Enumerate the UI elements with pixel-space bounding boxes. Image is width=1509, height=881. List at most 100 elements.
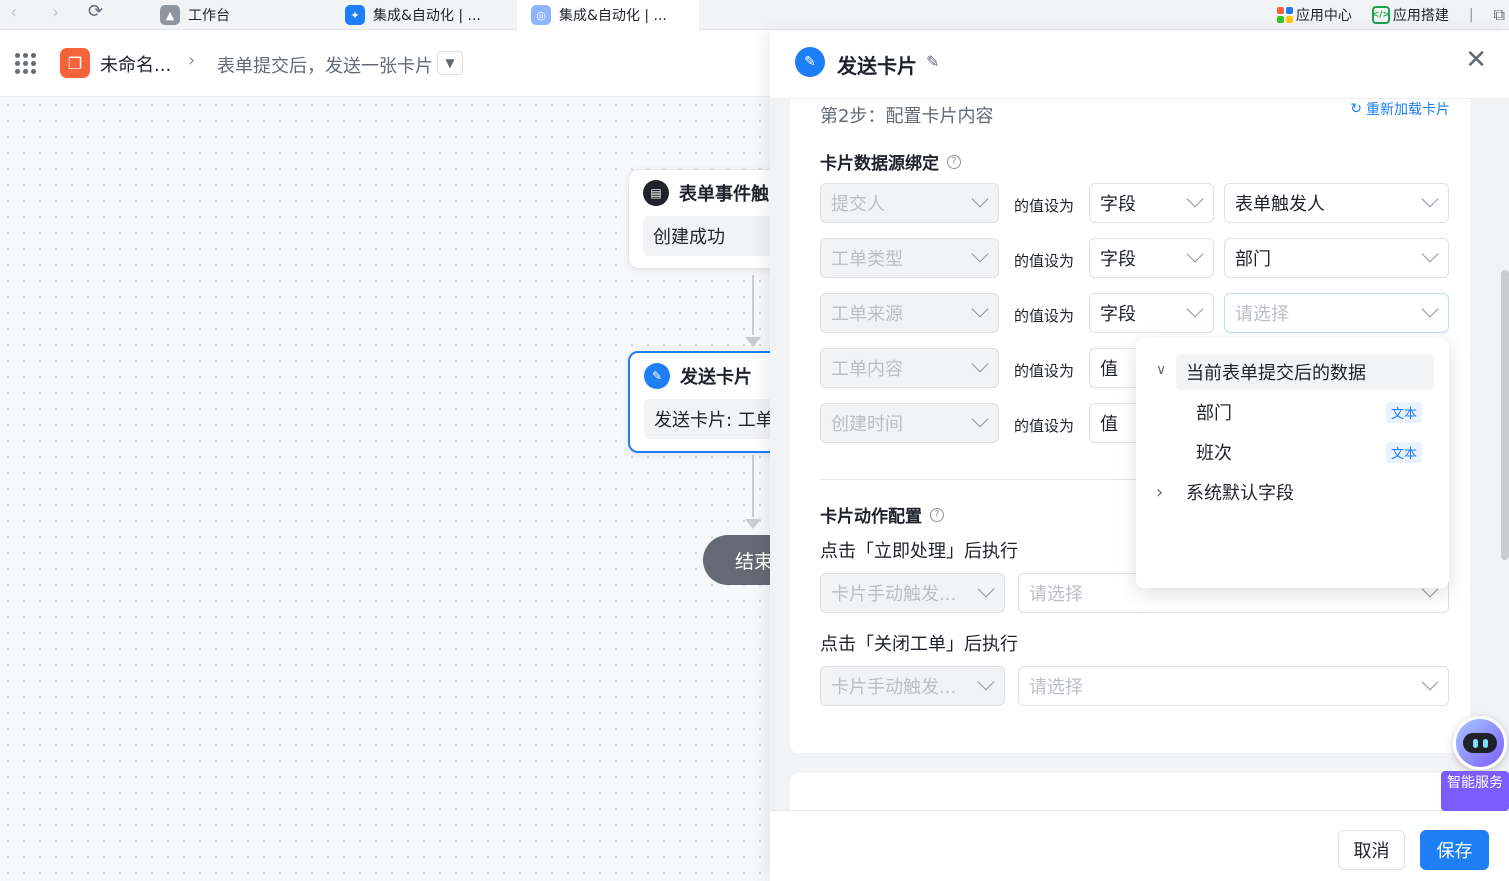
option-label: 班次 bbox=[1196, 443, 1232, 464]
chevron-down-icon[interactable]: ∨ bbox=[1156, 362, 1166, 378]
browser-tab-strip: ‹ › ⟳ ▲ 工作台 ✦ 集成&自动化 | ... ◎ 集成&自动化 | ..… bbox=[0, 0, 1509, 30]
type-select[interactable]: 字段 bbox=[1089, 293, 1214, 333]
mapping-label: 的值设为 bbox=[1014, 307, 1075, 325]
group-current-form-data[interactable]: 当前表单提交后的数据 bbox=[1176, 354, 1434, 390]
workbench-icon: ▲ bbox=[160, 5, 180, 25]
value-dropdown-popup: ∨ 当前表单提交后的数据 部门 文本 班次 文本 › 系统默认字段 bbox=[1136, 338, 1449, 588]
app-builder-label: 应用搭建 bbox=[1392, 8, 1449, 24]
app-builder-link[interactable]: </> 应用搭建 bbox=[1372, 5, 1449, 25]
tab-integration-1[interactable]: ✦ 集成&自动化 | ... bbox=[337, 0, 507, 30]
edit-pencil-icon[interactable]: ✎ bbox=[926, 52, 939, 71]
tab-workbench[interactable]: ▲ 工作台 bbox=[152, 0, 322, 30]
connector-line bbox=[752, 455, 754, 517]
connector-line bbox=[752, 275, 754, 335]
action-label: 点击「立即处理」后执行 bbox=[820, 541, 1018, 562]
chevron-down-icon bbox=[1421, 673, 1439, 691]
datasource-section-title: 卡片数据源绑定 ? bbox=[820, 149, 961, 174]
feishu-icon: ✦ bbox=[345, 5, 365, 25]
refresh-icon[interactable]: ⟳ bbox=[88, 1, 110, 23]
section-title: 卡片动作配置 bbox=[820, 507, 922, 527]
node-title: 发送卡片 bbox=[680, 367, 752, 388]
type-tag: 文本 bbox=[1385, 442, 1422, 463]
tab-label: 集成&自动化 | ... bbox=[373, 8, 481, 24]
browser-toolbar: 应用中心 </> 应用搭建 | ⧉ bbox=[1276, 0, 1509, 30]
action-label: 点击「关闭工单」后执行 bbox=[820, 634, 1018, 655]
app-center-label: 应用中心 bbox=[1295, 8, 1352, 24]
chevron-down-icon bbox=[977, 580, 995, 598]
flow-canvas[interactable]: ▤ 表单事件触 创建成功 ✎ 发送卡片 发送卡片: 工单 结束 bbox=[0, 97, 790, 881]
action-section-title: 卡片动作配置 ? bbox=[820, 502, 944, 527]
help-icon[interactable]: ? bbox=[947, 154, 961, 169]
option-label: 部门 bbox=[1196, 403, 1232, 424]
chevron-down-icon bbox=[1186, 190, 1204, 208]
group-system-fields[interactable]: 系统默认字段 bbox=[1176, 474, 1434, 510]
save-button[interactable]: 保存 bbox=[1420, 830, 1489, 870]
chevron-down-icon bbox=[971, 190, 989, 208]
section-title: 卡片数据源绑定 bbox=[820, 154, 939, 174]
back-arrow-icon[interactable]: ‹ bbox=[10, 2, 17, 23]
node-body: 创建成功 bbox=[643, 216, 790, 256]
chevron-right-icon[interactable]: › bbox=[1156, 482, 1163, 503]
chevron-down-icon bbox=[971, 245, 989, 263]
mapping-label: 的值设为 bbox=[1014, 197, 1075, 215]
send-card-icon: ✎ bbox=[795, 47, 825, 77]
breadcrumb-flow-name[interactable]: 表单提交后，发送一张卡片 bbox=[217, 52, 433, 78]
app-header: ❐ 未命名... › 表单提交后，发送一张卡片 ▼ bbox=[0, 31, 790, 97]
reload-label: 重新加载卡片 bbox=[1366, 102, 1450, 118]
chevron-down-icon bbox=[1186, 245, 1204, 263]
type-select[interactable]: 字段 bbox=[1089, 183, 1214, 223]
drawer-header: ✎ 发送卡片 ✎ ✕ bbox=[770, 31, 1509, 99]
action-trigger-select: 卡片手动触发... bbox=[820, 573, 1005, 613]
type-select[interactable]: 字段 bbox=[1089, 238, 1214, 278]
chevron-down-icon bbox=[1421, 300, 1439, 318]
field-select: 提交人 bbox=[820, 183, 999, 223]
chevron-right-icon: › bbox=[188, 50, 196, 71]
reload-card-button[interactable]: ↻ 重新加载卡片 bbox=[1350, 99, 1450, 119]
action-target-select[interactable]: 请选择 bbox=[1018, 666, 1449, 706]
code-icon: </> bbox=[1372, 6, 1390, 24]
drawer-footer: 取消 保存 bbox=[770, 810, 1509, 881]
chevron-down-icon bbox=[971, 355, 989, 373]
send-card-icon: ✎ bbox=[644, 363, 670, 389]
tab-label: 集成&自动化 | ... bbox=[559, 8, 667, 24]
type-tag: 文本 bbox=[1385, 402, 1422, 423]
mapping-label: 的值设为 bbox=[1014, 252, 1075, 270]
next-config-card bbox=[790, 773, 1470, 813]
option-department[interactable]: 部门 文本 bbox=[1176, 394, 1434, 430]
arrow-down-icon bbox=[745, 337, 761, 347]
help-icon[interactable]: ? bbox=[930, 507, 944, 522]
caret-down-icon[interactable]: ▼ bbox=[437, 51, 463, 75]
chevron-down-icon bbox=[971, 410, 989, 428]
trigger-node[interactable]: ▤ 表单事件触 创建成功 bbox=[628, 169, 790, 269]
assistant-label[interactable]: 智能服务 bbox=[1441, 771, 1509, 811]
window-icon[interactable]: ⧉ bbox=[1494, 5, 1505, 25]
field-select: 创建时间 bbox=[820, 403, 999, 443]
cancel-button[interactable]: 取消 bbox=[1338, 830, 1405, 870]
close-icon[interactable]: ✕ bbox=[1465, 47, 1487, 73]
app-name[interactable]: 未命名... bbox=[100, 51, 171, 77]
value-select[interactable]: 表单触发人 bbox=[1224, 183, 1449, 223]
chevron-down-icon bbox=[1421, 245, 1439, 263]
group-label: 当前表单提交后的数据 bbox=[1186, 363, 1366, 384]
chevron-down-icon bbox=[1421, 190, 1439, 208]
option-shift[interactable]: 班次 文本 bbox=[1176, 434, 1434, 470]
forward-arrow-icon[interactable]: › bbox=[52, 2, 59, 23]
mapping-label: 的值设为 bbox=[1014, 362, 1075, 380]
value-select[interactable]: 请选择 bbox=[1224, 293, 1449, 333]
app-center-link[interactable]: 应用中心 bbox=[1276, 5, 1352, 25]
send-card-node[interactable]: ✎ 发送卡片 发送卡片: 工单 bbox=[628, 351, 790, 453]
value-select[interactable]: 部门 bbox=[1224, 238, 1449, 278]
arrow-down-icon bbox=[745, 519, 761, 529]
action-trigger-select: 卡片手动触发... bbox=[820, 666, 1005, 706]
app-menu-icon[interactable] bbox=[15, 53, 36, 74]
toolbar-separator: | bbox=[1468, 7, 1474, 23]
node-body: 发送卡片: 工单 bbox=[644, 399, 790, 439]
chevron-down-icon bbox=[977, 673, 995, 691]
app-logo-icon: ❐ bbox=[60, 48, 90, 78]
tab-integration-2[interactable]: ◎ 集成&自动化 | ... bbox=[517, 0, 699, 30]
app-icon: ◎ bbox=[531, 5, 551, 25]
assistant-bot-icon[interactable] bbox=[1453, 716, 1507, 770]
node-title: 表单事件触 bbox=[679, 184, 769, 205]
scrollbar-thumb[interactable] bbox=[1501, 270, 1509, 560]
field-select: 工单内容 bbox=[820, 348, 999, 388]
